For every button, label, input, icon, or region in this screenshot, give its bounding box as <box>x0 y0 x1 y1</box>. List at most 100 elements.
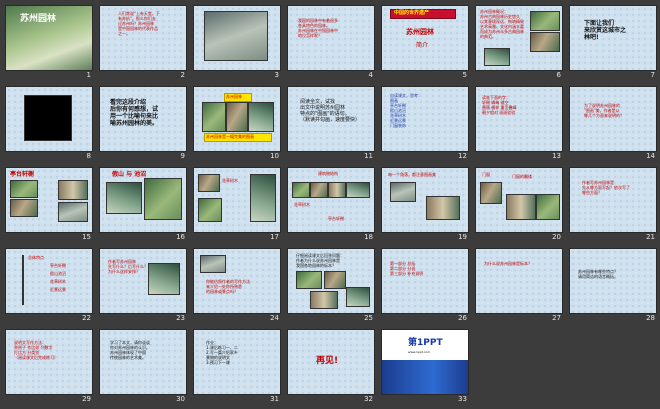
slide-title: 花草树木 <box>222 178 238 183</box>
slide-text: 看完这段介绍 后你有何感想，试 用一个比喻句来比 喻苏州园林的美。 <box>110 99 159 127</box>
slide-thumbnail[interactable]: 我国的园林中有着很多 各具特色的园林。 苏州园林在中国园林中 地位怎样呢？ 4 <box>285 3 379 84</box>
slide-text: 你能仿照作者的写作方法 来介绍一处你所熟悉 的园林或景点吗？ <box>206 279 250 294</box>
slide-thumbnail[interactable]: 苏州园林有哪些特点？ 请用简洁的语言概括。 28 <box>567 246 660 327</box>
slide-thumbnail[interactable]: 假山 与 池沼 16 <box>97 165 191 246</box>
slide-number: 15 <box>82 233 91 241</box>
slide-number: 10 <box>270 152 279 160</box>
slide-thumbnail[interactable]: 苏州园林 1 <box>3 3 97 84</box>
slide-photo <box>198 174 220 192</box>
slide-photo <box>250 174 276 222</box>
slide-number: 1 <box>86 71 91 79</box>
slide-thumbnail[interactable]: 苏州园林 苏州园林是一幅完美的图画 10 <box>191 84 285 165</box>
slide-number: 2 <box>180 71 185 79</box>
slide-thumbnail[interactable]: 苏州园林概况： 苏州古典园林历史悠久 以其意境深远、构筑精致 艺术高雅、文化内涵… <box>473 3 567 84</box>
slide-number: 23 <box>176 314 185 322</box>
slide-title: 建筑物结构 <box>318 171 338 176</box>
slide-number: 12 <box>458 152 467 160</box>
slide-number: 20 <box>552 233 561 241</box>
slide-number: 32 <box>364 395 373 403</box>
slide-number: 13 <box>552 152 561 160</box>
slide-photo <box>310 291 338 309</box>
slide-photo <box>58 180 88 200</box>
slide-thumbnail[interactable]: 门窗 门窗的雕镂 20 <box>473 165 567 246</box>
slide-photo <box>200 255 226 273</box>
slide-thumbnail[interactable]: 总体特点 亭台轩榭 假山池沼 花草树木 近景远景 22 <box>3 246 97 327</box>
slide-number: 5 <box>462 71 467 79</box>
slide-title: 苏州园林 <box>20 14 57 24</box>
slide-text: 自读课文，思考： 图画 亭台轩榭 假山池沼 花草树木 近景远景 门窗装饰 <box>390 93 422 128</box>
slide-thumbnail[interactable]: 花草树木 17 <box>191 165 285 246</box>
slide-thumbnail[interactable]: 读准下面的字： 轩榭 嶙峋 镂空 蔷薇 模样 重峦叠嶂 朝夕相对 斑斑驳驳 13 <box>473 84 567 165</box>
slide-number: 6 <box>556 71 561 79</box>
slide-text: 为什么说苏州园林是标本？ <box>484 261 532 266</box>
slide-photo <box>324 271 346 289</box>
slide-title: 门窗 <box>482 172 490 177</box>
slide-banner-text: 苏州园林是一幅完美的图画 <box>206 134 254 139</box>
slide-photo <box>390 182 416 202</box>
slide-thumbnail[interactable]: 为了说明苏州园林的 "图画"美，作者是从 哪几个方面来说明的？ 14 <box>567 84 660 165</box>
slide-photo <box>10 180 38 198</box>
slide-text: 亭台轩榭 <box>328 216 344 221</box>
slide-thumbnail[interactable]: 你能仿照作者的写作方法 来介绍一处你所熟悉 的园林或景点吗？ 24 <box>191 246 285 327</box>
slide-thumbnail[interactable]: 说明文写作方法： 举例子 作比较 列数字 打比方 分类别 （阅读课文后完成练习）… <box>3 327 97 408</box>
slide-thumbnail[interactable]: 下面让我们 来欣赏这城市之 林吧! 7 <box>567 3 660 84</box>
slide-thumbnail[interactable]: 阅读全文，试找 出文中说明苏州园林 特点的"图画"的语句。 （默读并勾画，速度要… <box>285 84 379 165</box>
slide-thumbnail[interactable]: 看完这段介绍 后你有何感想，试 用一个比喻句来比 喻苏州园林的美。 9 <box>97 84 191 165</box>
slide-thumbnail[interactable]: 每一个角落，都注意图画美 19 <box>379 165 473 246</box>
slide-sorter-grid: 苏州园林 1 人们常说"上有天堂，下 有苏杭"。那么你们去 过苏州吗？苏州园林 … <box>0 0 660 409</box>
slide-number: 27 <box>552 314 561 322</box>
diagram-label: 近景远景 <box>50 287 66 292</box>
slide-thumbnail[interactable]: 再见! 32 <box>285 327 379 408</box>
slide-photo <box>328 182 346 198</box>
slide-thumbnail[interactable]: 学习了本文，请你谈谈 你对苏州园林的认识。 苏州园林体现了中国 传统园林的艺术美… <box>97 327 191 408</box>
slide-number: 16 <box>176 233 185 241</box>
slide-text: 说明文写作方法： 举例子 作比较 列数字 打比方 分类别 （阅读课文后完成练习） <box>14 340 58 360</box>
slide-thumbnail[interactable]: 仔细阅读课文后回答问题： 作者为什么说苏州园林是 我国各地园林的标本？ 25 <box>285 246 379 327</box>
slide-number: 25 <box>364 314 373 322</box>
slide-text: 我国的园林中有着很多 各具特色的园林。 苏州园林在中国园林中 地位怎样呢？ <box>298 18 338 38</box>
slide-number: 26 <box>458 314 467 322</box>
slide-photo <box>248 102 274 132</box>
slide-photo <box>346 287 370 307</box>
slide-photo <box>484 48 510 66</box>
slide-subtitle: 简介 <box>416 42 429 49</box>
slide-thumbnail[interactable]: 作者写苏州园林 先写什么？后写什么？ 为什么这样安排？ 23 <box>97 246 191 327</box>
diagram-label: 花草树木 <box>50 279 66 284</box>
slide-thumbnail[interactable]: 亭台轩榭 15 <box>3 165 97 246</box>
slide-thumbnail[interactable]: 中国的世界遗产 苏州园林 简介 5 <box>379 3 473 84</box>
slide-thumbnail[interactable]: 8 <box>3 84 97 165</box>
logo-footer-band <box>382 360 468 394</box>
slide-thumbnail[interactable]: 建筑物结构 花草树木 亭台轩榭 18 <box>285 165 379 246</box>
slide-number: 21 <box>646 233 655 241</box>
slide-thumbnail[interactable]: 自读课文，思考： 图画 亭台轩榭 假山池沼 花草树木 近景远景 门窗装饰 12 <box>379 84 473 165</box>
slide-text: 第一部分 总括 第二部分 分说 第三部分 补充说明 <box>390 261 424 276</box>
slide-thumbnail[interactable]: 作业： 1.课后练习一、二 2.写一篇介绍家乡 景物的说明文 3.预习下一课 3… <box>191 327 285 408</box>
slide-text: 苏州园林有哪些特点？ 请用简洁的语言概括。 <box>578 269 618 279</box>
slide-thumbnail[interactable]: 第1PPT www.1ppt.com 33 <box>379 327 473 408</box>
slide-title: 再见! <box>316 356 339 366</box>
slide-photo <box>202 102 226 132</box>
slide-photo <box>530 32 560 52</box>
slide-thumbnail[interactable]: 为什么说苏州园林是标本？ 27 <box>473 246 567 327</box>
slide-number: 24 <box>270 314 279 322</box>
slide-number: 31 <box>270 395 279 403</box>
diagram-label: 假山池沼 <box>50 271 66 276</box>
slide-thumbnail[interactable]: 人们常说"上有天堂，下 有苏杭"。那么你们去 过苏州吗？苏州园林 是中国园林的代… <box>97 3 191 84</box>
slide-number: 17 <box>270 233 279 241</box>
slide-thumbnail[interactable]: 作者写苏州园林是 先从哪方面写起？依次写了 哪些方面？ 21 <box>567 165 660 246</box>
slide-title: 苏州园林 <box>406 28 434 36</box>
diagram-label: 亭台轩榭 <box>50 263 66 268</box>
slide-number: 8 <box>86 152 91 160</box>
slide-text: 门窗的雕镂 <box>512 174 532 179</box>
logo-text: 第1PPT <box>408 338 443 348</box>
slide-photo <box>198 198 222 222</box>
slide-thumbnail[interactable]: 第一部分 总括 第二部分 分说 第三部分 补充说明 26 <box>379 246 473 327</box>
slide-photo <box>346 182 370 198</box>
slide-number: 19 <box>458 233 467 241</box>
slide-photo <box>58 202 88 222</box>
slide-text: 作者写苏州园林 先写什么？后写什么？ 为什么这样安排？ <box>108 259 148 274</box>
slide-text: 苏州园林概况： 苏州古典园林历史悠久 以其意境深远、构筑精致 艺术高雅、文化内涵… <box>480 9 524 39</box>
slide-text: 学习了本文，请你谈谈 你对苏州园林的认识。 苏州园林体现了中国 传统园林的艺术美… <box>110 340 150 360</box>
slide-thumbnail[interactable]: 3 <box>191 3 285 84</box>
slide-number: 29 <box>82 395 91 403</box>
